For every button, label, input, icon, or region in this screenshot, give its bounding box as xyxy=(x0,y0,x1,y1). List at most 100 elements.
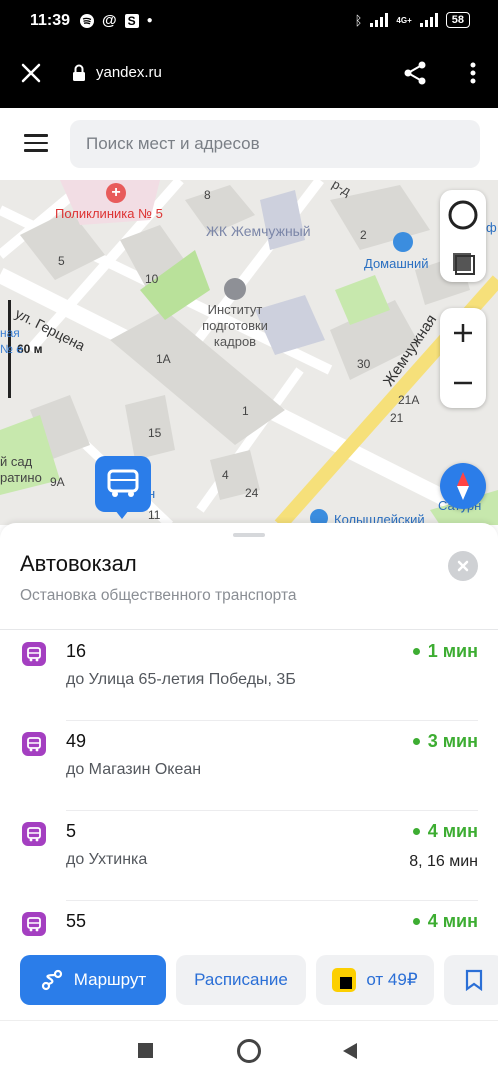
map-view[interactable]: Поликлиника № 5 + ЖК Жемчужный Домашний … xyxy=(0,180,498,525)
house-number-1: 1 xyxy=(242,404,249,418)
network-type: 4G+ xyxy=(396,15,412,25)
route-destination: до Улица 65-летия Победы, 3Б xyxy=(66,671,296,688)
bus-icon xyxy=(107,469,139,497)
map-label-jk: ЖК Жемчужный xyxy=(206,223,311,239)
house-number-4: 4 xyxy=(222,468,229,482)
status-bar: 11:39 @ S ● ᛒ 4G+ 58 xyxy=(0,0,498,44)
search-bar xyxy=(0,108,498,180)
route-button-label: Маршрут xyxy=(73,970,147,989)
compass-icon xyxy=(457,472,469,500)
taxi-button-label: от 49₽ xyxy=(366,970,418,989)
status-notification-icons: @ S ● xyxy=(80,12,153,29)
share-icon[interactable] xyxy=(402,60,428,86)
house-number-15: 15 xyxy=(148,426,162,440)
route-arrival-time: 1 мин xyxy=(427,641,478,661)
status-time: 11:39 xyxy=(30,12,71,29)
layers-button[interactable] xyxy=(440,190,486,282)
route-arrival: 4 мин xyxy=(412,821,478,842)
zoom-out-icon[interactable] xyxy=(440,358,486,408)
bus-icon xyxy=(22,642,46,666)
route-arrival: 1 мин xyxy=(412,641,478,662)
zoom-controls xyxy=(440,308,486,408)
home-icon[interactable] xyxy=(237,1039,261,1063)
back-icon[interactable] xyxy=(342,1042,358,1060)
search-input[interactable] xyxy=(70,120,480,168)
action-bar: Маршрут Расписание от 49₽ xyxy=(0,937,498,1020)
bus-icon xyxy=(22,732,46,756)
map-label-fragment-f: ф xyxy=(486,220,497,235)
route-row[interactable]: 16 до Улица 65-летия Победы, 3Б 1 мин xyxy=(0,631,498,721)
recents-icon[interactable] xyxy=(138,1043,153,1058)
bookmark-icon xyxy=(465,969,483,991)
route-button[interactable]: Маршрут xyxy=(20,955,166,1005)
route-destination: до Ухтинка xyxy=(66,851,148,868)
route-arrival-time: 3 мин xyxy=(427,731,478,751)
live-dot-icon xyxy=(412,738,420,745)
house-number-9a: 9А xyxy=(50,475,65,489)
stop-title: Автовокзал xyxy=(20,551,137,576)
schedule-button[interactable]: Расписание xyxy=(176,955,306,1005)
bus-stop-marker[interactable] xyxy=(95,456,151,512)
signal-icon xyxy=(370,13,389,27)
layers-icon xyxy=(448,200,478,275)
route-number: 16 xyxy=(66,641,87,661)
route-arrival: 4 мин xyxy=(412,911,478,932)
route-icon xyxy=(41,969,62,991)
route-row[interactable]: 49 до Магазин Океан 3 мин xyxy=(0,721,498,811)
system-nav-bar xyxy=(0,1020,498,1081)
more-icon[interactable] xyxy=(470,62,476,84)
map-label-sad: й сад xyxy=(0,454,33,469)
route-number: 55 xyxy=(66,911,87,931)
taxi-icon xyxy=(332,968,357,992)
status-system-icons: ᛒ 4G+ 58 xyxy=(355,12,470,28)
close-icon xyxy=(457,560,469,572)
house-number-21a: 21А xyxy=(398,393,420,407)
dot-icon: ● xyxy=(146,15,153,26)
house-number-21: 21 xyxy=(390,411,404,425)
route-arrival-time: 4 мин xyxy=(427,821,478,841)
route-destination: до Магазин Океан xyxy=(66,761,202,778)
spotify-icon xyxy=(80,13,94,28)
shop-icon xyxy=(393,232,413,252)
bus-icon xyxy=(22,912,46,936)
route-row[interactable]: 5 до Ухтинка 4 мин 8, 16 мин xyxy=(0,811,498,901)
map-label-fragment-nye: № е xyxy=(0,342,23,356)
live-dot-icon xyxy=(412,918,420,925)
house-number-10: 10 xyxy=(145,272,159,286)
house-number-1a: 1А xyxy=(156,352,171,366)
menu-icon[interactable] xyxy=(24,134,48,152)
bookmark-button[interactable] xyxy=(444,955,498,1005)
route-arrival-time: 4 мин xyxy=(427,911,478,931)
marker-pointer xyxy=(115,510,129,519)
close-card-button[interactable] xyxy=(448,551,478,581)
map-label-ratino: ратино xyxy=(0,470,42,485)
route-number: 49 xyxy=(66,731,87,751)
taxi-button[interactable]: от 49₽ xyxy=(316,955,434,1005)
signal-icon-2 xyxy=(419,13,438,27)
zoom-in-icon[interactable] xyxy=(440,308,486,358)
drag-handle[interactable] xyxy=(233,533,265,537)
house-number-2: 2 xyxy=(360,228,367,242)
stop-subtitle: Остановка общественного транспорта xyxy=(20,587,297,604)
close-icon[interactable] xyxy=(20,62,42,84)
route-next-arrivals: 8, 16 мин xyxy=(409,853,478,870)
battery-icon: 58 xyxy=(445,12,470,28)
live-dot-icon xyxy=(412,828,420,835)
house-number-30: 30 xyxy=(357,357,371,371)
institute-icon xyxy=(224,278,246,300)
live-dot-icon xyxy=(412,648,420,655)
s-app-icon: S xyxy=(124,13,139,28)
compass-button[interactable] xyxy=(440,463,486,509)
map-label-clinic: Поликлиника № 5 xyxy=(55,206,163,221)
browser-toolbar: yandex.ru xyxy=(0,44,498,108)
lock-icon xyxy=(73,64,85,81)
map-label-fragment-ya: ная xyxy=(0,326,20,340)
route-number: 5 xyxy=(66,821,77,841)
bluetooth-icon: ᛒ xyxy=(354,12,363,28)
map-label-domashny: Домашний xyxy=(364,256,429,271)
url-text[interactable]: yandex.ru xyxy=(96,64,162,81)
house-number-8: 8 xyxy=(204,188,211,202)
schedule-button-label: Расписание xyxy=(194,970,288,989)
house-number-24: 24 xyxy=(245,486,259,500)
map-label-institute: Институт подготовки кадров xyxy=(202,302,268,349)
